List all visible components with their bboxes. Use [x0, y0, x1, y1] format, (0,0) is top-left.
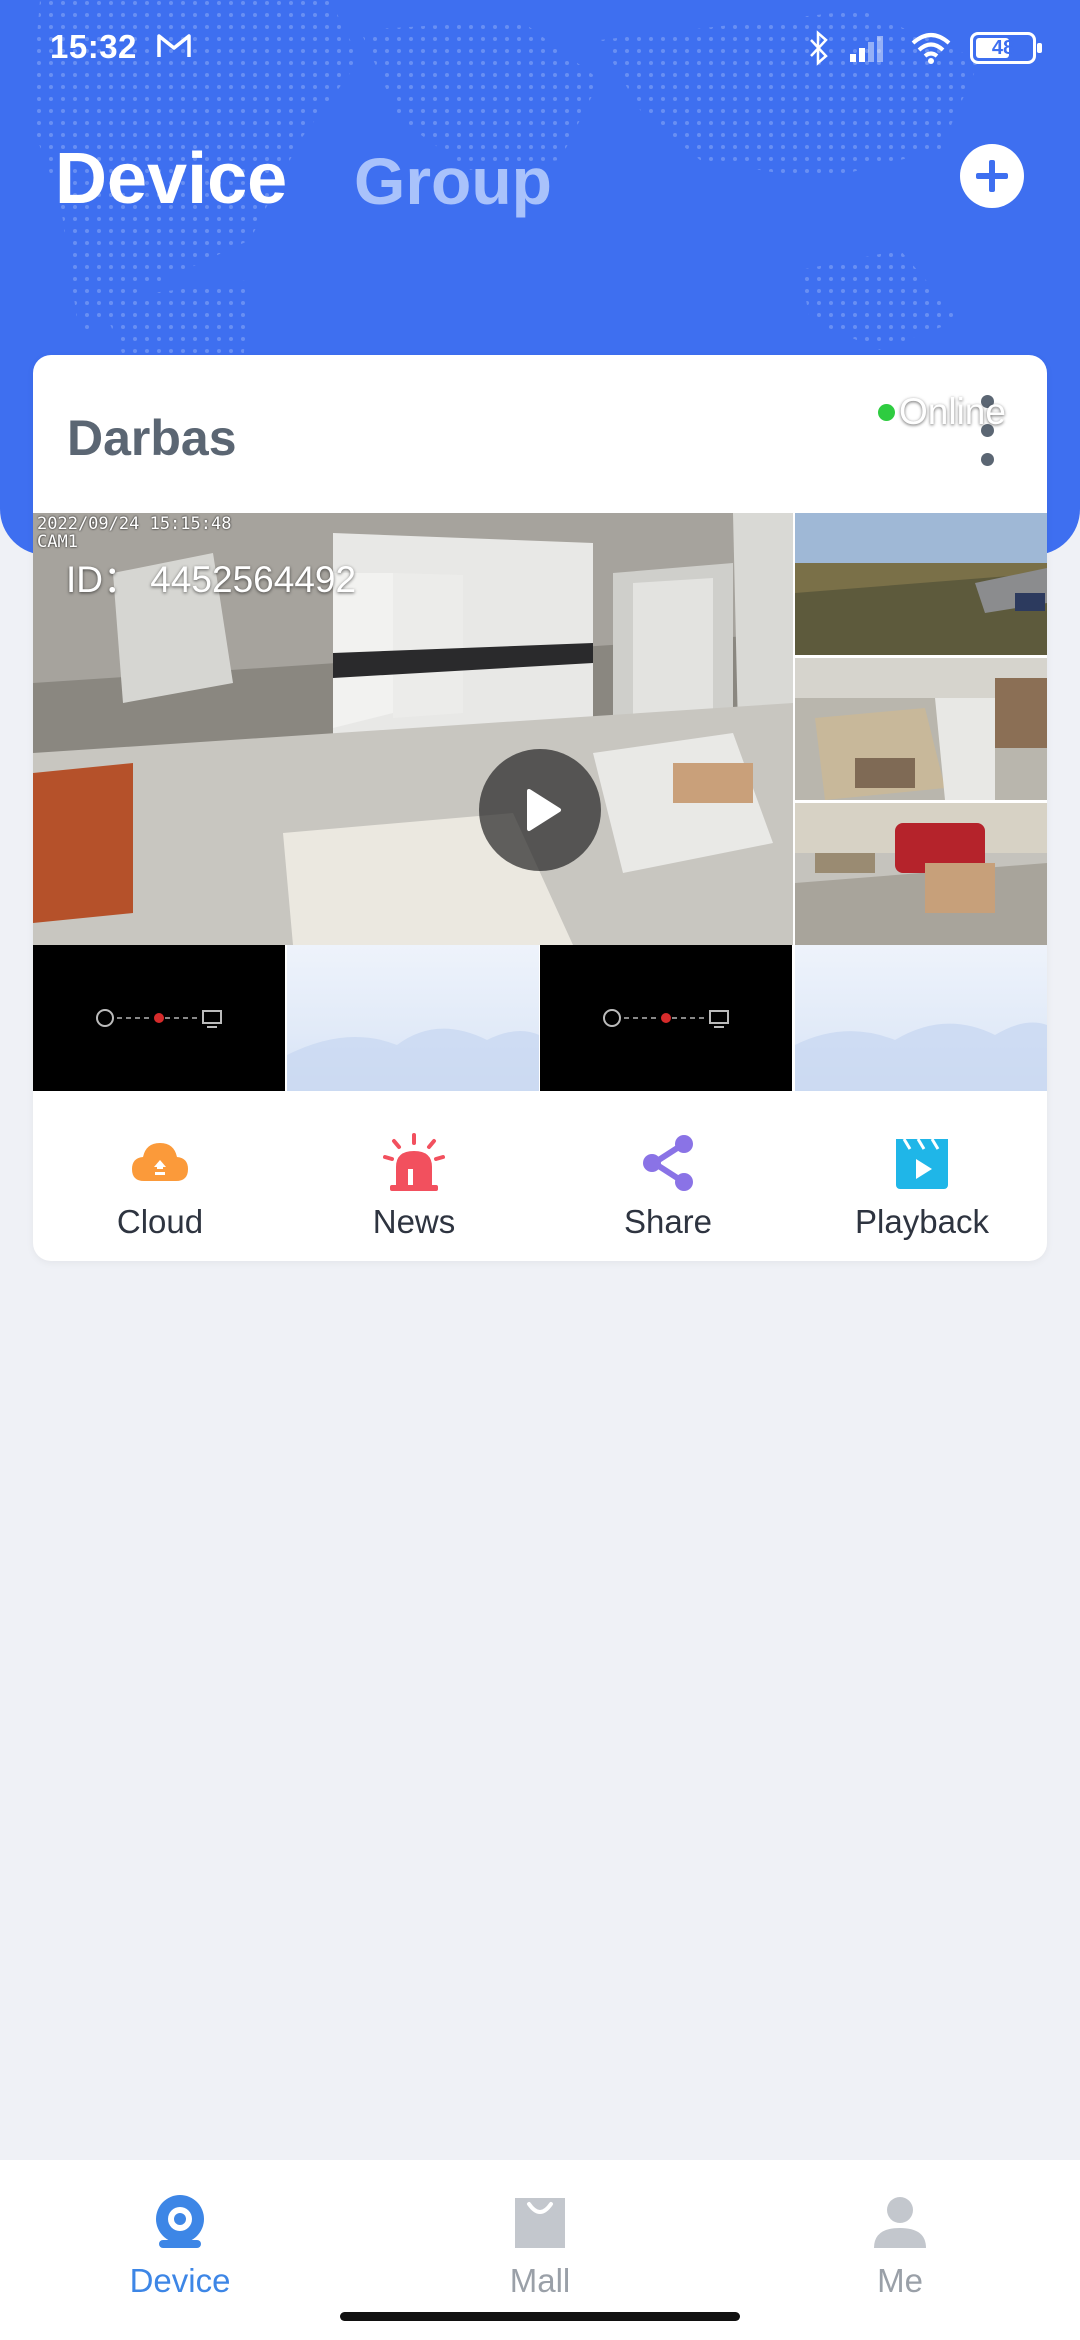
- home-indicator[interactable]: [340, 2312, 740, 2321]
- play-button[interactable]: [479, 749, 601, 871]
- camera-grid[interactable]: 2022/09/24 15:15:48 CAM1 ID： 4452564492: [33, 513, 1047, 945]
- connecting-icon: [96, 1009, 222, 1028]
- camera-tile-row: [33, 945, 1047, 1091]
- status-icons: 48: [808, 28, 1042, 68]
- online-status: Online: [878, 391, 1006, 433]
- cloud-upload-icon: [132, 1143, 188, 1181]
- battery-level: 48: [991, 36, 1015, 59]
- more-dot-icon: [980, 453, 994, 466]
- share-icon: [643, 1135, 693, 1191]
- camera-thumbnail-2[interactable]: [795, 513, 1047, 655]
- cloud-label: Cloud: [116, 1203, 204, 1240]
- camera-snapshot-garage: [795, 803, 1047, 945]
- shopping-bag-icon: [515, 2198, 565, 2248]
- battery-icon: 48: [970, 32, 1042, 64]
- camera-icon: [156, 2195, 204, 2248]
- online-dot-icon: [878, 403, 895, 421]
- tab-group[interactable]: Group: [354, 143, 552, 219]
- nav-me[interactable]: Me: [780, 2180, 1020, 2300]
- device-name: Darbas: [67, 410, 237, 466]
- camera-thumbnail-4[interactable]: [795, 803, 1047, 945]
- plus-icon: [976, 160, 1008, 192]
- status-time: 15:32: [50, 28, 137, 65]
- news-button[interactable]: News: [287, 1091, 541, 1261]
- main-camera-preview[interactable]: 2022/09/24 15:15:48 CAM1 ID： 4452564492: [33, 513, 793, 945]
- wifi-icon: [911, 33, 951, 64]
- share-button[interactable]: Share: [541, 1091, 795, 1261]
- nav-device-label: Device: [129, 2262, 231, 2299]
- mail-icon: [157, 34, 191, 57]
- cloud-button[interactable]: Cloud: [33, 1091, 287, 1261]
- cloud-placeholder-icon: [287, 1028, 539, 1091]
- tab-device[interactable]: Device: [55, 138, 287, 220]
- status-bar: 15:32 48: [0, 0, 1080, 96]
- add-device-button[interactable]: [960, 144, 1024, 208]
- device-id: ID： 4452564492: [66, 559, 357, 600]
- nav-mall-label: Mall: [509, 2262, 571, 2299]
- camera-tile-empty-1[interactable]: [287, 945, 539, 1091]
- playback-label: Playback: [855, 1203, 989, 1240]
- camera-snapshot-workshop: [795, 658, 1047, 800]
- camera-thumbnail-3[interactable]: [795, 658, 1047, 800]
- playback-button[interactable]: Playback: [795, 1091, 1047, 1261]
- camera-snapshot-outdoor: [795, 513, 1047, 655]
- device-card[interactable]: Darbas 2022/09/24 15:15:48 CAM1 ID： 4452…: [33, 355, 1047, 1261]
- camera-tile-empty-2[interactable]: [795, 945, 1047, 1091]
- play-icon: [527, 789, 561, 831]
- news-label: News: [372, 1203, 456, 1240]
- playback-video-icon: [896, 1138, 948, 1189]
- nav-mall[interactable]: Mall: [420, 2180, 660, 2300]
- camera-tile-connecting-1[interactable]: [33, 945, 285, 1091]
- nav-me-label: Me: [877, 2262, 923, 2299]
- device-actions: Cloud News Share Playback: [33, 1091, 1047, 1261]
- online-label: Online: [899, 391, 1006, 432]
- timestamp-text: 2022/09/24 15:15:48: [37, 514, 232, 534]
- camera-timestamp: 2022/09/24 15:15:48 CAM1: [37, 515, 231, 551]
- alarm-siren-icon: [383, 1133, 445, 1191]
- camera-tile-connecting-2[interactable]: [540, 945, 792, 1091]
- cloud-placeholder-icon: [795, 1022, 1047, 1091]
- bluetooth-icon: [810, 30, 828, 66]
- person-icon: [874, 2197, 926, 2248]
- signal-icon: [850, 36, 883, 62]
- nav-device[interactable]: Device: [60, 2180, 300, 2300]
- connecting-icon: [603, 1009, 729, 1028]
- share-label: Share: [623, 1203, 713, 1240]
